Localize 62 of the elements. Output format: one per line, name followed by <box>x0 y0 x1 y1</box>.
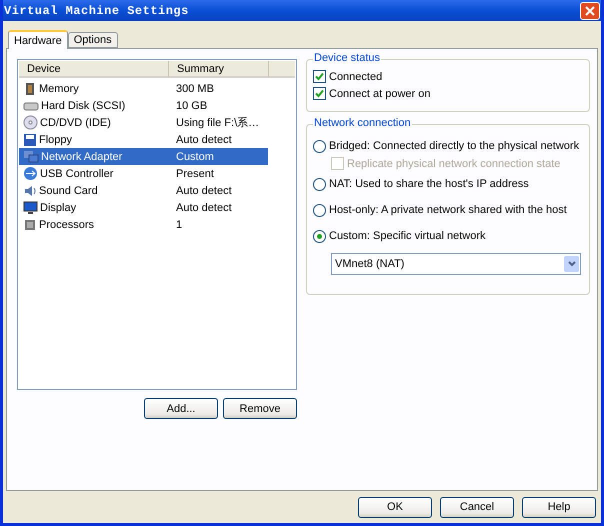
device-summary: Auto detect <box>176 202 232 214</box>
ok-button[interactable]: OK <box>358 496 432 518</box>
device-row[interactable]: Processors 1 <box>19 216 268 233</box>
radio-button[interactable] <box>313 230 326 242</box>
radio-option[interactable]: Host-only: A private network shared with the host <box>313 197 583 223</box>
memory-icon <box>23 82 37 96</box>
sound-icon <box>23 184 37 198</box>
device-name: Memory <box>39 82 79 94</box>
column-header[interactable]: Summary <box>169 61 269 78</box>
checkbox-option[interactable]: Connect at power on <box>313 85 583 102</box>
radio-button[interactable] <box>313 140 326 152</box>
radio-button[interactable] <box>313 204 326 216</box>
device-row[interactable]: Floppy Auto detect <box>19 131 268 148</box>
device-row[interactable]: Network Adapter Custom <box>19 148 268 165</box>
group-title: Network connection <box>313 117 412 129</box>
device-name: Processors <box>39 218 94 230</box>
tab[interactable]: Options <box>68 32 118 48</box>
device-row[interactable]: Hard Disk (SCSI) 10 GB <box>19 97 268 114</box>
usb-icon <box>23 166 38 181</box>
cdrom-icon <box>23 115 38 130</box>
radio-option[interactable]: Custom: Specific virtual network <box>313 223 583 249</box>
device-row[interactable]: CD/DVD (IDE) Using file F:\系… <box>19 114 268 131</box>
close-icon <box>585 6 595 16</box>
device-summary: Auto detect <box>176 134 232 146</box>
device-name: Sound Card <box>39 184 98 196</box>
checkbox[interactable] <box>313 70 326 83</box>
device-summary: Present <box>176 168 214 180</box>
network-icon <box>23 150 39 164</box>
group-title: Device status <box>313 52 382 64</box>
display-icon <box>23 200 38 214</box>
window-title: Virtual Machine Settings <box>4 4 189 18</box>
column-header[interactable]: Device <box>19 61 169 78</box>
device-summary: 10 GB <box>176 100 208 112</box>
device-name: Display <box>40 202 76 214</box>
help-button[interactable]: Help <box>522 496 596 518</box>
device-summary: Using file F:\系… <box>176 116 260 130</box>
floppy-icon <box>23 132 37 146</box>
device-summary: 1 <box>176 218 182 230</box>
network-dropdown[interactable]: VMnet8 (NAT) <box>331 253 581 275</box>
device-name: CD/DVD (IDE) <box>40 116 111 128</box>
device-row[interactable]: USB Controller Present <box>19 165 268 182</box>
device-name: USB Controller <box>40 168 114 180</box>
cancel-button[interactable]: Cancel <box>440 496 514 518</box>
device-row[interactable]: Sound Card Auto detect <box>19 182 268 199</box>
radio-button[interactable] <box>313 178 326 190</box>
tab[interactable]: Hardware <box>8 30 68 49</box>
device-name: Hard Disk (SCSI) <box>41 100 126 112</box>
device-name: Floppy <box>39 134 72 146</box>
cpu-icon <box>23 218 37 232</box>
add-button[interactable]: Add... <box>144 398 218 419</box>
device-summary: 300 MB <box>176 82 214 94</box>
device-row[interactable]: Memory 300 MB <box>19 80 268 97</box>
radio-option[interactable]: NAT: Used to share the host's IP address <box>313 171 583 197</box>
close-button[interactable] <box>580 2 600 20</box>
device-row[interactable]: Display Auto detect <box>19 199 268 216</box>
checkbox[interactable] <box>313 87 326 100</box>
device-summary: Custom <box>176 150 214 162</box>
radio-dot-icon <box>317 234 322 238</box>
checkbox-option[interactable]: Connected <box>313 68 583 85</box>
device-name: Network Adapter <box>41 150 122 162</box>
remove-button[interactable]: Remove <box>223 398 297 419</box>
device-summary: Auto detect <box>176 184 232 196</box>
